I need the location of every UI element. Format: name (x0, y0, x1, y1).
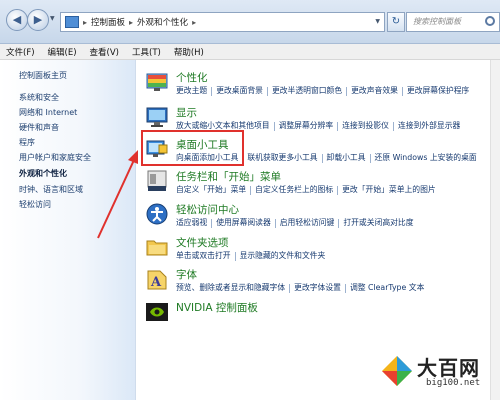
watermark-site: big100.net (426, 378, 481, 388)
scrollbar[interactable] (490, 60, 500, 400)
watermark-brand: 大百网 (417, 356, 480, 380)
red-arrow-annotation (97, 150, 138, 239)
watermark-logo-icon (382, 356, 412, 386)
watermark: 大百网 big100.net (380, 352, 500, 400)
